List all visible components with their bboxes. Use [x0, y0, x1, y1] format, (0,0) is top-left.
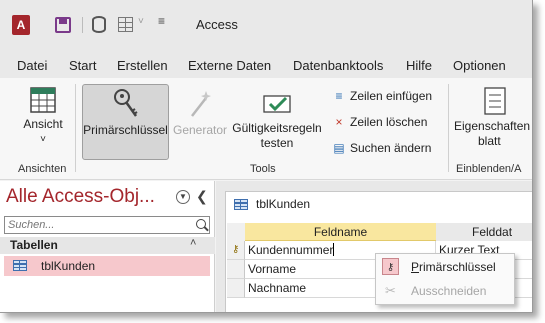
magic-wand-icon: [191, 91, 211, 117]
nav-pane-title[interactable]: Alle Access-Obj...: [6, 186, 155, 208]
group-separator: [75, 84, 76, 172]
ansicht-label: Ansicht: [23, 117, 63, 131]
ansicht-button[interactable]: Ansicht ˅: [18, 86, 68, 147]
menu-item-primaerschluessel[interactable]: ⚷ Primärschlüssel: [376, 255, 514, 279]
tab-datei[interactable]: Datei: [17, 58, 47, 73]
zeilen-einfuegen-button[interactable]: ≡ Zeilen einfügen: [331, 89, 432, 107]
primaerschluessel-label: Primärschlüssel: [83, 123, 168, 137]
navigation-pane: Alle Access-Obj... ▼ ❮ Tabellen ˄ tblKun…: [0, 181, 215, 312]
group-label-einblenden: Einblenden/A: [456, 163, 522, 175]
gueltigkeitsregeln-testen-button[interactable]: Gültigkeitsregeln testen: [228, 90, 326, 151]
generator-button[interactable]: Generator: [172, 88, 228, 138]
qat-separator: [82, 17, 83, 33]
collapse-pane-icon[interactable]: ❮: [196, 188, 208, 205]
search-input[interactable]: [5, 217, 190, 233]
chevron-down-icon[interactable]: ▼: [176, 190, 190, 204]
group-label-ansichten: Ansichten: [18, 163, 67, 175]
tab-erstellen[interactable]: Erstellen: [117, 58, 168, 73]
app-title: Access: [196, 17, 238, 32]
eigenschaftenblatt-button[interactable]: Eigenschaften blatt: [454, 86, 532, 149]
ribbon-tabs: Datei Start Erstellen Externe Daten Date…: [0, 48, 532, 78]
row-selector[interactable]: [227, 260, 245, 279]
primaerschluessel-content[interactable]: Primärschlüssel: [82, 88, 169, 138]
document-tab-label: tblKunden: [256, 197, 311, 211]
insert-rows-icon: ≡: [335, 89, 343, 103]
view-grid-icon[interactable]: [118, 17, 133, 32]
tab-datenbanktools[interactable]: Datenbanktools: [293, 58, 383, 73]
zeilen-loeschen-label: Zeilen löschen: [350, 115, 428, 129]
customize-qat-icon[interactable]: ≡: [158, 14, 165, 28]
section-title: Tabellen: [10, 238, 58, 252]
document-tab[interactable]: tblKunden: [234, 197, 310, 211]
context-menu: ⚷ Primärschlüssel ✂ Ausschneiden: [375, 253, 515, 305]
text-cursor: [333, 243, 335, 256]
access-logo-icon: A: [12, 15, 30, 35]
validation-check-icon: [263, 95, 291, 113]
column-header-felddatentyp[interactable]: Felddat: [436, 223, 532, 241]
nav-item-label: tblKunden: [41, 259, 96, 273]
scissors-icon: ✂: [385, 283, 396, 298]
ribbon: Ansicht ˅ Ansichten Primärschlüssel Gene…: [0, 78, 532, 180]
tab-start[interactable]: Start: [69, 58, 96, 73]
chevron-down-icon: ˅: [40, 134, 46, 145]
eigenschaften-label-2: blatt: [478, 134, 501, 148]
gueltigkeitsregeln-label-2: testen: [260, 136, 294, 150]
delete-rows-icon: ×: [335, 115, 343, 129]
lookup-icon: ▤: [333, 141, 345, 155]
eigenschaften-label-1: Eigenschaften: [454, 119, 531, 133]
table-view-icon: [30, 87, 56, 113]
key-icon: [113, 89, 138, 117]
group-label-tools: Tools: [250, 163, 276, 175]
nav-item-tblkunden[interactable]: tblKunden: [4, 256, 210, 276]
column-header-feldname[interactable]: Feldname: [245, 223, 436, 241]
chevron-down-icon[interactable]: ˅: [138, 16, 144, 27]
zeilen-einfuegen-label: Zeilen einfügen: [350, 89, 433, 103]
row-selector-header[interactable]: [227, 223, 245, 241]
menu-item-label: Primärschlüssel: [411, 260, 496, 274]
access-window: A ˅ ≡ Access Datei Start Erstellen Exter…: [0, 0, 533, 313]
table-icon: [13, 260, 27, 271]
tab-hilfe[interactable]: Hilfe: [406, 58, 432, 73]
suchen-aendern-label: Suchen ändern: [350, 141, 432, 155]
nav-search-box: [4, 216, 210, 234]
search-icon[interactable]: [196, 219, 206, 229]
menu-item-label: Ausschneiden: [411, 284, 487, 298]
row-selector[interactable]: ⚷: [227, 241, 245, 260]
feldname-value: Kundennummer: [248, 243, 334, 257]
key-icon: ⚷: [382, 258, 399, 275]
suchen-aendern-button[interactable]: ▤ Suchen ändern: [331, 141, 431, 159]
save-icon[interactable]: [55, 17, 71, 33]
zeilen-loeschen-button[interactable]: × Zeilen löschen: [331, 115, 427, 133]
group-separator: [448, 84, 449, 172]
property-sheet-icon: [484, 87, 506, 115]
primary-key-icon: ⚷: [232, 244, 240, 255]
gueltigkeitsregeln-label-1: Gültigkeitsregeln: [232, 121, 322, 135]
menu-item-ausschneiden[interactable]: ✂ Ausschneiden: [376, 279, 514, 303]
tab-optionen[interactable]: Optionen: [453, 58, 506, 73]
tab-externe-daten[interactable]: Externe Daten: [188, 58, 271, 73]
chevron-up-icon[interactable]: ˄: [190, 237, 196, 249]
generator-label: Generator: [172, 123, 228, 137]
table-icon: [234, 199, 248, 210]
database-icon[interactable]: [92, 16, 106, 33]
row-selector[interactable]: [227, 279, 245, 298]
section-header-tabellen[interactable]: Tabellen ˄: [0, 237, 215, 254]
title-bar: A ˅ ≡ Access: [0, 0, 532, 48]
